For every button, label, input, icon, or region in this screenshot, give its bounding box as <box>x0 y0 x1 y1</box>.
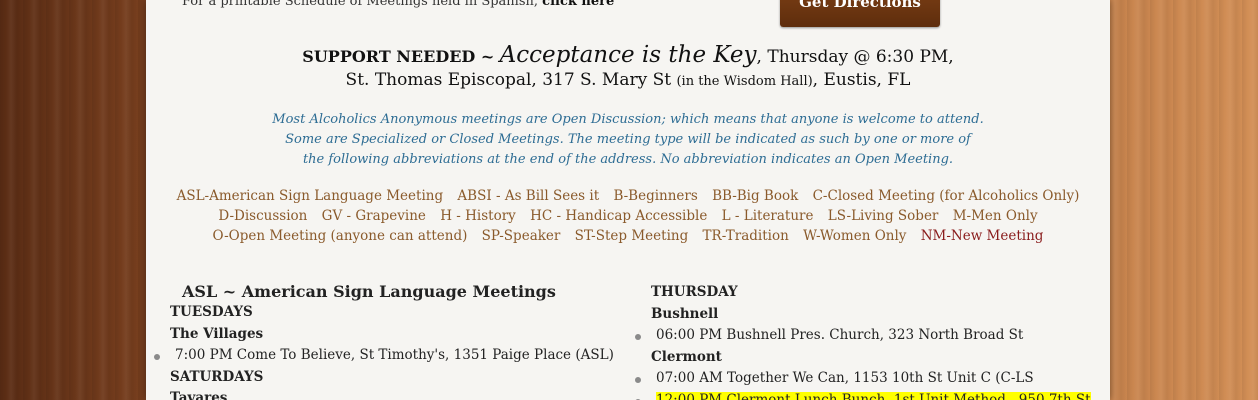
new-meeting-abbreviation: NM-New Meeting <box>920 228 1044 244</box>
spanish-note-text: For a printable Schedule of Meetings hel… <box>182 0 539 9</box>
abbreviation-item: GV - Grapevine <box>321 208 426 224</box>
support-room: (in the Wisdom Hall) <box>676 74 813 89</box>
thursday-meetings-list: THURSDAY Bushnell 06:00 PM Bushnell Pres… <box>635 282 1091 400</box>
abbreviation-item: C-Closed Meeting (for Alcoholics Only) <box>812 188 1080 204</box>
asl-meetings-list: TUESDAYS The Villages 7:00 PM Come To Be… <box>154 302 614 400</box>
abbreviation-item: O-Open Meeting (anyone can attend) <box>212 228 468 244</box>
abbreviation-item: TR-Tradition <box>702 228 789 244</box>
get-directions-button[interactable]: Get Directions <box>780 0 940 27</box>
day-heading: THURSDAY <box>651 284 738 300</box>
abbreviation-legend: ASL-American Sign Language Meeting ABSI … <box>146 186 1110 246</box>
intro-line: Most Alcoholics Anonymous meetings are O… <box>272 112 984 127</box>
abbreviation-item: BB-Big Book <box>712 188 799 204</box>
abbreviation-row: O-Open Meeting (anyone can attend) SP-Sp… <box>146 226 1110 246</box>
abbreviation-item: M-Men Only <box>952 208 1038 224</box>
abbreviation-item: ABSI - As Bill Sees it <box>457 188 600 204</box>
town-heading: The Villages <box>170 325 264 342</box>
abbreviation-item: W-Women Only <box>803 228 907 244</box>
day-heading: TUESDAYS <box>170 304 253 320</box>
intro-line: the following abbreviations at the end o… <box>302 152 954 167</box>
abbreviation-item: D-Discussion <box>218 208 308 224</box>
intro-line: Some are Specialized or Closed Meetings.… <box>285 132 971 147</box>
abbreviation-item: LS-Living Sober <box>827 208 939 224</box>
meeting-types-intro: Most Alcoholics Anonymous meetings are O… <box>146 110 1110 170</box>
town-heading: Clermont <box>651 348 722 365</box>
new-meeting-highlight: 12:00 PM Clermont Lunch Bunch, 1st Unit … <box>656 391 1091 400</box>
town-heading: Tavares <box>170 390 228 400</box>
day-heading: SATURDAYS <box>170 368 264 385</box>
support-time: , Thursday @ 6:30 PM, <box>756 47 954 67</box>
abbreviation-row: D-Discussion GV - Grapevine H - History … <box>146 206 1110 226</box>
abbreviation-row: ASL-American Sign Language Meeting ABSI … <box>146 186 1110 206</box>
support-place: St. Thomas Episcopal, 317 S. Mary St <box>345 70 672 90</box>
abbreviation-item: L - Literature <box>721 208 814 224</box>
abbreviation-item: HC - Handicap Accessible <box>530 208 708 224</box>
support-group-name: Acceptance is the Key <box>499 42 757 68</box>
abbreviation-item: B-Beginners <box>613 188 698 204</box>
abbreviation-item: SP-Speaker <box>481 228 561 244</box>
list-item: 07:00 AM Together We Can, 1153 10th St U… <box>635 368 1091 390</box>
abbreviation-item: ASL-American Sign Language Meeting <box>176 188 444 204</box>
spanish-schedule-link[interactable]: click here <box>542 0 614 9</box>
support-location-line: St. Thomas Episcopal, 317 S. Mary St (in… <box>146 70 1110 90</box>
support-needed-line: SUPPORT NEEDED ~ Acceptance is the Key, … <box>146 42 1110 68</box>
list-item: 7:00 PM Come To Believe, St Timothy's, 1… <box>154 345 614 367</box>
support-city: , Eustis, FL <box>812 70 911 90</box>
list-item: 06:00 PM Bushnell Pres. Church, 323 Nort… <box>635 325 1091 347</box>
asl-meetings-heading: ASL ~ American Sign Language Meetings <box>182 282 556 301</box>
spanish-schedule-note: For a printable Schedule of Meetings hel… <box>182 0 614 9</box>
support-needed-label: SUPPORT NEEDED ~ <box>302 47 495 66</box>
paper-panel: For a printable Schedule of Meetings hel… <box>146 0 1110 400</box>
abbreviation-item: H - History <box>440 208 516 224</box>
abbreviation-item: ST-Step Meeting <box>574 228 689 244</box>
town-heading: Bushnell <box>651 305 719 322</box>
list-item-new-meeting: 12:00 PM Clermont Lunch Bunch, 1st Unit … <box>635 390 1091 400</box>
